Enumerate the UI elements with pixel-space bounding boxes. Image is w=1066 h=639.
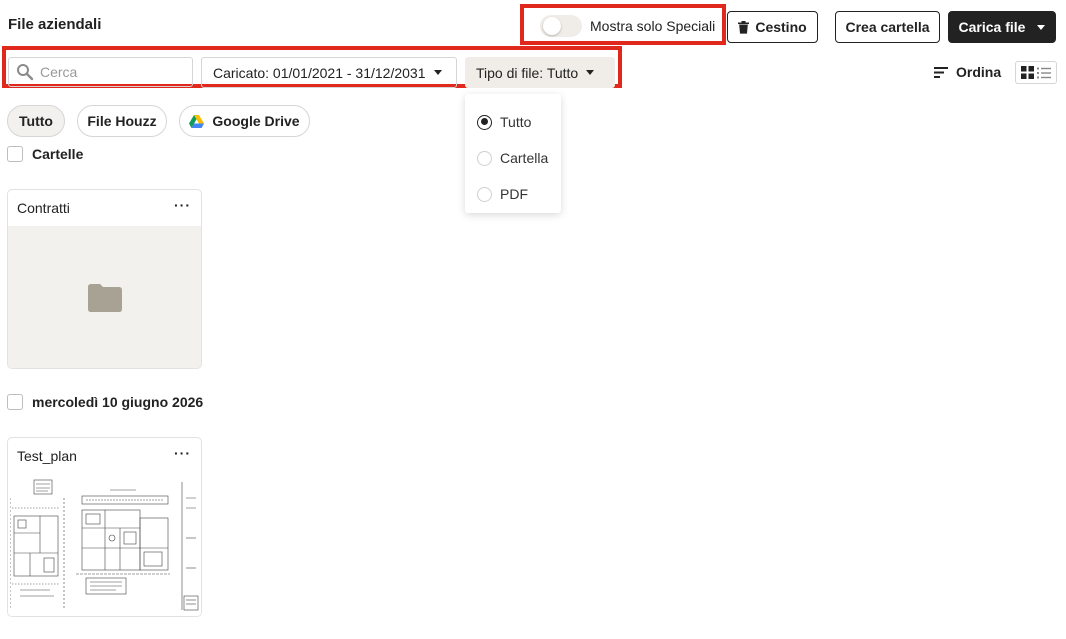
folder-card[interactable]: Contratti ···	[7, 189, 202, 369]
create-folder-button[interactable]: Crea cartella	[835, 11, 940, 43]
file-thumbnail	[8, 474, 201, 616]
chip-label: Google Drive	[212, 113, 300, 129]
file-type-option-pdf[interactable]: PDF	[465, 176, 561, 212]
chevron-down-icon	[586, 70, 595, 75]
page-title: File aziendali	[8, 16, 102, 33]
folder-preview	[8, 226, 201, 368]
trash-button[interactable]: Cestino	[727, 11, 818, 43]
file-name: Test_plan	[17, 448, 77, 464]
folder-icon	[87, 284, 122, 312]
list-view-icon[interactable]	[1037, 67, 1052, 79]
create-folder-label: Crea cartella	[845, 19, 930, 35]
toggle-label: Mostra solo Speciali	[590, 18, 716, 34]
floor-plan-thumbnail	[9, 479, 199, 611]
source-chip-houzz[interactable]: File Houzz	[77, 105, 167, 137]
upload-file-label: Carica file	[958, 19, 1026, 35]
option-label: PDF	[500, 186, 528, 202]
special-only-toggle[interactable]: Mostra solo Speciali	[540, 13, 715, 39]
select-date-group-checkbox[interactable]	[7, 394, 23, 410]
trash-button-label: Cestino	[755, 19, 807, 35]
sort-icon	[934, 66, 948, 78]
option-label: Cartella	[500, 150, 549, 166]
date-section-header: mercoledì 10 giugno 2026	[7, 394, 203, 410]
search-box[interactable]	[8, 57, 193, 87]
option-label: Tutto	[500, 114, 532, 130]
more-options-icon[interactable]: ···	[174, 445, 191, 461]
radio-selected-icon[interactable]	[477, 114, 492, 130]
file-card[interactable]: Test_plan ···	[7, 437, 202, 617]
file-type-dropdown-menu: Tutto Cartella PDF	[465, 94, 561, 213]
grid-view-icon[interactable]	[1020, 66, 1034, 79]
card-header: Test_plan ···	[8, 438, 201, 474]
radio-icon[interactable]	[477, 186, 492, 202]
chevron-down-icon	[1037, 24, 1046, 30]
type-filter-label: Tipo di file: Tutto	[476, 64, 579, 81]
upload-file-button[interactable]: Carica file	[948, 11, 1056, 43]
search-input[interactable]	[40, 64, 180, 80]
toggle-switch[interactable]	[540, 15, 582, 37]
folder-name: Contratti	[17, 200, 70, 216]
google-drive-icon	[189, 114, 205, 128]
upload-date-filter[interactable]: Caricato: 01/01/2021 - 31/12/2031	[201, 57, 457, 88]
date-filter-label: Caricato: 01/01/2021 - 31/12/2031	[213, 64, 426, 81]
source-chip-google-drive[interactable]: Google Drive	[179, 105, 310, 137]
card-header: Contratti ···	[8, 190, 201, 226]
radio-icon[interactable]	[477, 150, 492, 166]
chip-label: Tutto	[19, 113, 53, 129]
sort-label: Ordina	[956, 64, 1002, 80]
search-icon	[17, 64, 34, 81]
file-type-filter[interactable]: Tipo di file: Tutto	[465, 57, 615, 88]
file-type-option-folder[interactable]: Cartella	[465, 140, 561, 176]
trash-icon	[738, 20, 750, 34]
select-folders-checkbox[interactable]	[7, 146, 23, 162]
more-options-icon[interactable]: ···	[174, 197, 191, 213]
view-mode-toggle[interactable]	[1015, 61, 1057, 84]
file-type-option-all[interactable]: Tutto	[465, 104, 561, 140]
source-chip-all[interactable]: Tutto	[7, 105, 65, 137]
section-label: mercoledì 10 giugno 2026	[32, 394, 204, 410]
sort-button[interactable]: Ordina	[934, 64, 1001, 80]
chevron-down-icon	[433, 70, 442, 75]
chip-label: File Houzz	[87, 113, 157, 129]
toggle-knob	[543, 17, 561, 35]
folders-section-header: Cartelle	[7, 146, 83, 162]
section-label: Cartelle	[32, 146, 84, 162]
